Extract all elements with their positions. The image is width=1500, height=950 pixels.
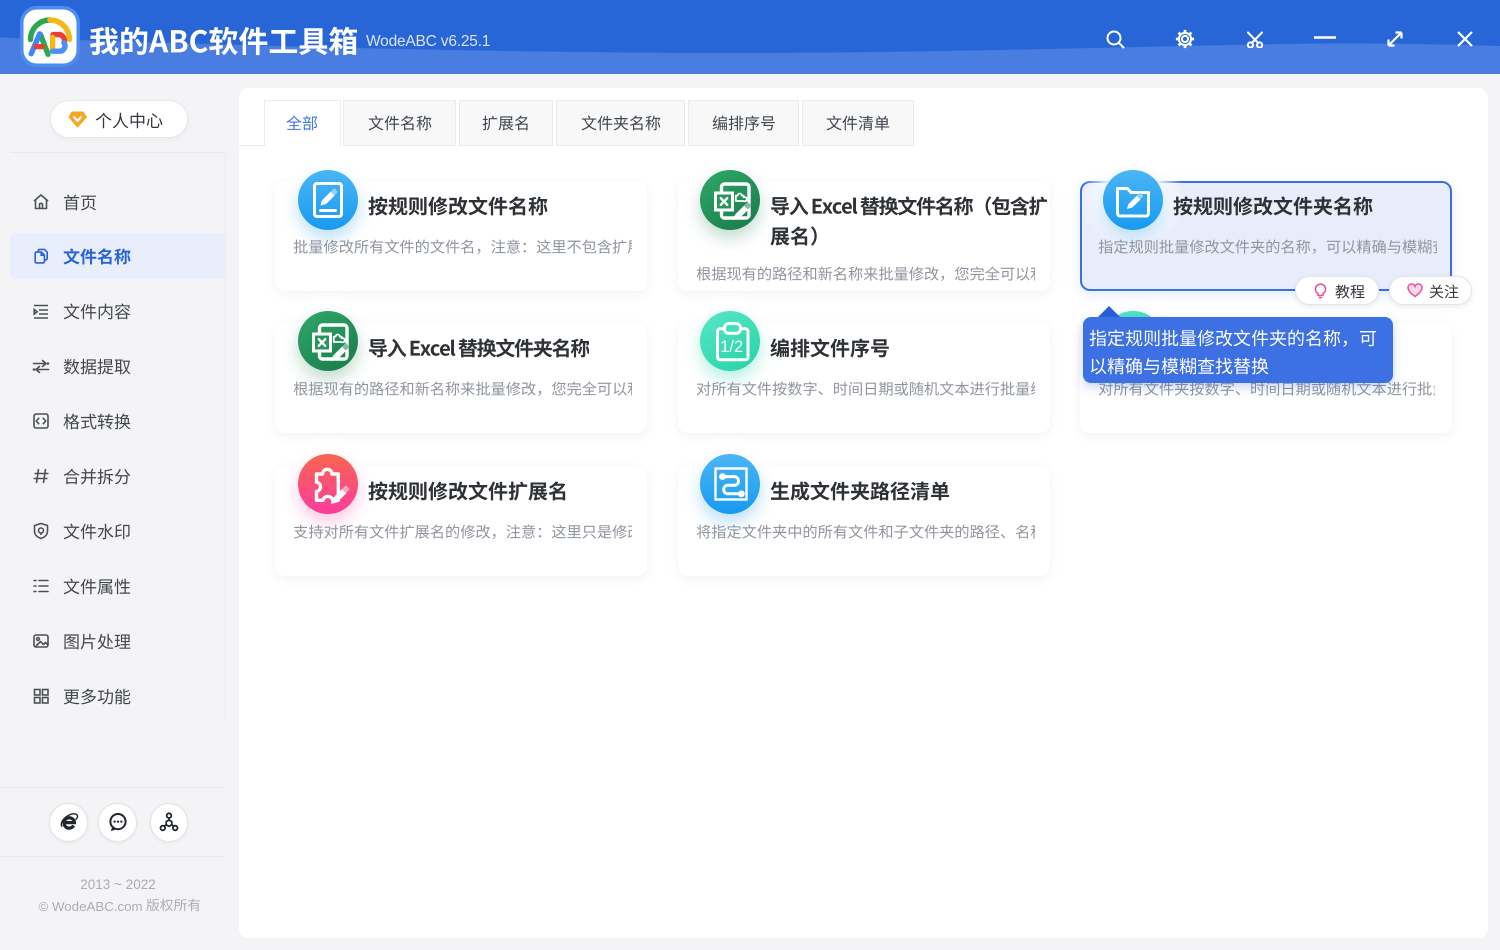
- svg-text:1/2: 1/2: [720, 338, 743, 356]
